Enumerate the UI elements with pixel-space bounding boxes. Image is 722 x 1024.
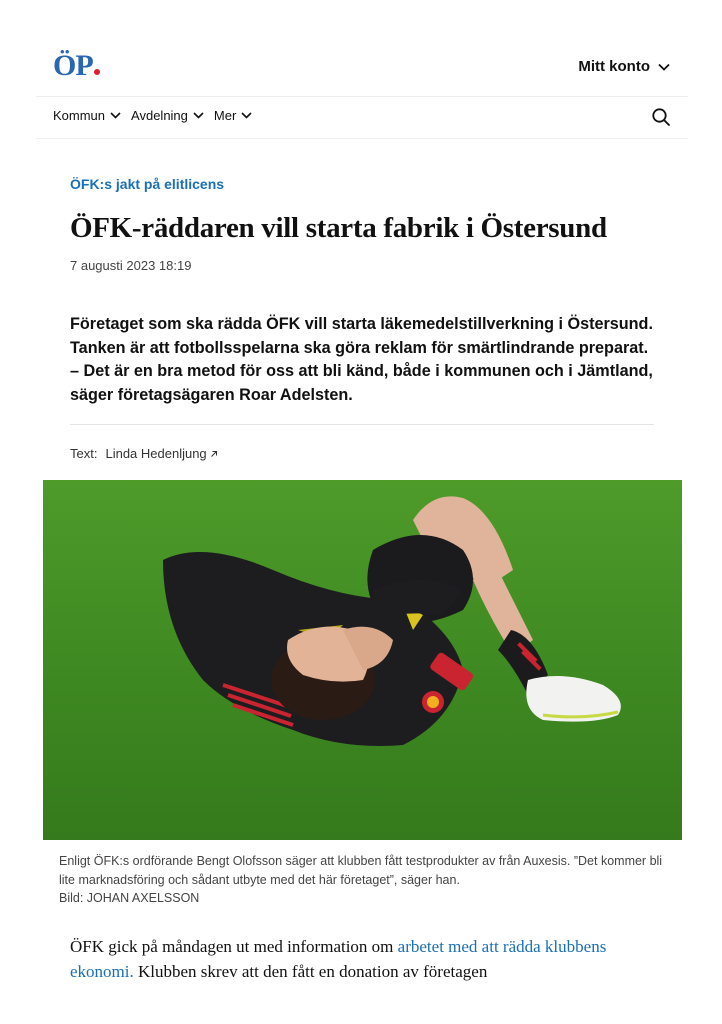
nav-item-label: Kommun	[53, 108, 106, 123]
logo-dot	[93, 69, 100, 75]
article-title: ÖFK-räddaren vill starta fabrik i Östers…	[70, 212, 607, 244]
main-nav: Kommun Avdelning Mer	[36, 96, 688, 139]
site-logo[interactable]: ÖP	[53, 49, 100, 82]
article-lead: Företaget som ska rädda ÖFK vill starta …	[70, 313, 660, 407]
nav-item-avdelning[interactable]: Avdelning	[131, 108, 204, 123]
search-button[interactable]	[651, 107, 671, 132]
nav-item-label: Mer	[213, 108, 237, 123]
site-header: ÖP Mitt konto	[36, 40, 688, 96]
chevron-down-icon	[193, 112, 204, 119]
search-icon	[652, 108, 670, 126]
lead-divider	[70, 424, 654, 425]
article-image[interactable]	[43, 480, 682, 840]
body-text-start: ÖFK gick på måndagen ut med information …	[70, 937, 398, 956]
caption-text: Enligt ÖFK:s ordförande Bengt Olofsson s…	[59, 854, 663, 887]
image-caption: Enligt ÖFK:s ordförande Bengt Olofsson s…	[59, 852, 669, 908]
football-player-image	[43, 480, 682, 840]
photo-credit: Bild: JOHAN AXELSSON	[59, 891, 200, 905]
lead-paragraph: – Det är en bra metod för oss att bli kä…	[70, 362, 653, 404]
external-arrow-icon	[211, 451, 218, 457]
lead-paragraph: Tanken är att fotbollsspelarna ska göra …	[70, 338, 649, 357]
article-date: 7 augusti 2023 18:19	[70, 258, 192, 273]
author-link[interactable]: Linda Hedenljung	[105, 446, 218, 461]
nav-item-kommun[interactable]: Kommun	[53, 108, 121, 123]
chevron-down-icon	[110, 112, 121, 119]
logo-text: ÖP	[53, 49, 94, 82]
chevron-down-icon	[241, 112, 252, 119]
author-name: Linda Hedenljung	[105, 446, 207, 461]
chevron-down-icon	[658, 63, 670, 71]
account-menu-button[interactable]: Mitt konto	[578, 58, 670, 75]
article-kicker[interactable]: ÖFK:s jakt på elitlicens	[70, 176, 224, 192]
article-body: ÖFK gick på måndagen ut med information …	[70, 934, 660, 984]
body-text-end: Klubben skrev att den fått en donation a…	[133, 962, 488, 981]
nav-item-mer[interactable]: Mer	[214, 108, 252, 123]
account-label: Mitt konto	[578, 58, 650, 75]
byline: Text: Linda Hedenljung	[70, 446, 218, 461]
lead-paragraph: Företaget som ska rädda ÖFK vill starta …	[70, 315, 653, 333]
byline-prefix: Text:	[70, 446, 98, 461]
nav-item-label: Avdelning	[131, 108, 188, 123]
